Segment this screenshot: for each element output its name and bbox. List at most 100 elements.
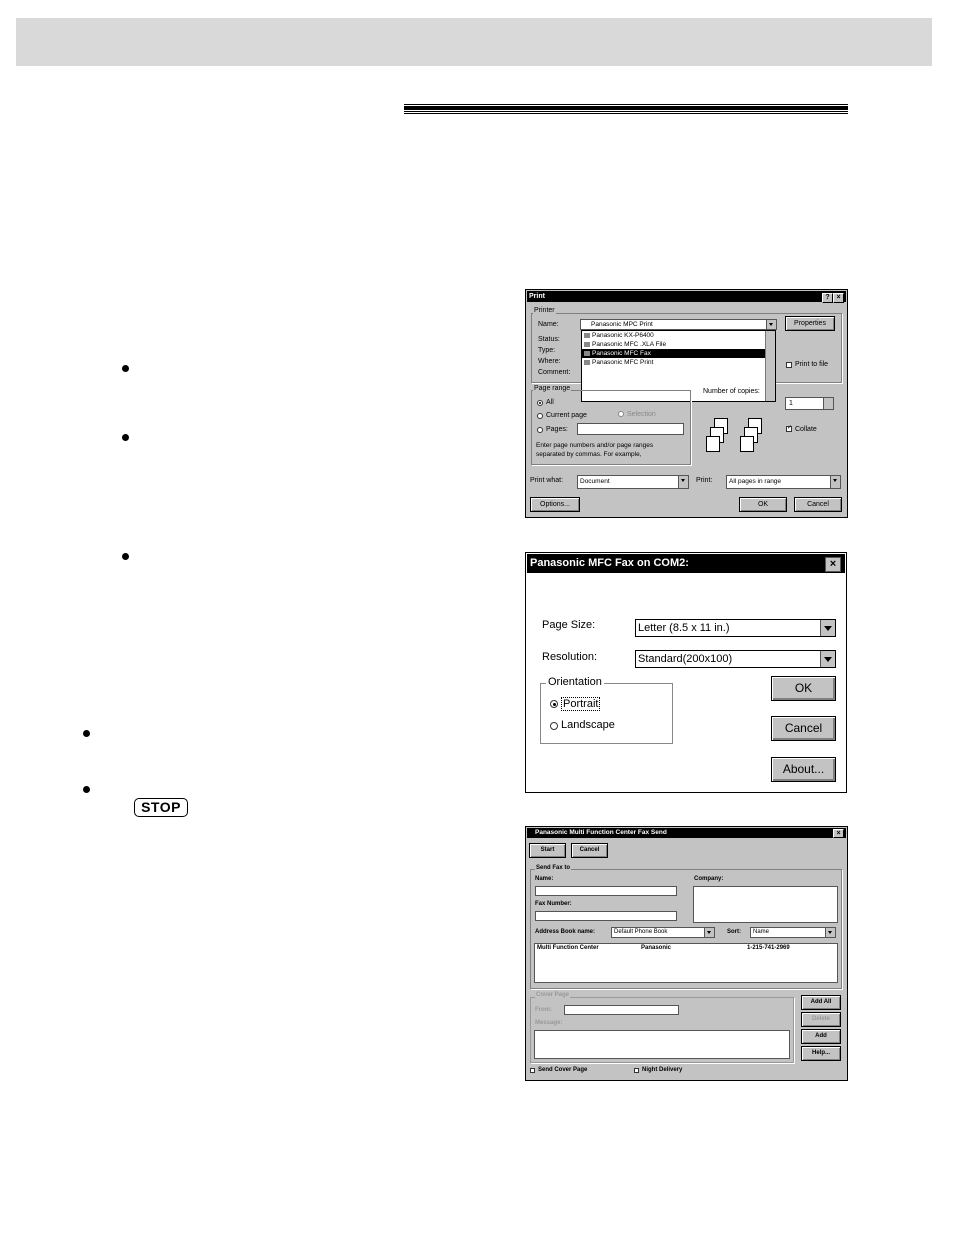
pages-hint-line2: separated by commas. For example, (536, 451, 642, 458)
current-page-label: Current page (546, 412, 587, 419)
collate-checkbox[interactable]: ✓ (786, 425, 792, 432)
printer-name-select[interactable]: Panasonic MPC Print (580, 319, 777, 330)
copies-label: Number of copies: (703, 388, 760, 395)
portrait-radio[interactable] (550, 700, 558, 708)
pages-input[interactable] (577, 423, 684, 435)
resolution-select[interactable]: Standard(200x100) (635, 650, 836, 668)
print-what-select[interactable]: Document (577, 475, 689, 489)
start-button[interactable]: Start (529, 843, 566, 858)
print-select[interactable]: All pages in range (726, 475, 841, 489)
orientation-label: Orientation (546, 676, 604, 688)
dropdown-arrow-icon (678, 476, 688, 488)
bullet (83, 730, 90, 737)
page-size-value: Letter (8.5 x 11 in.) (638, 622, 730, 634)
fax-send-title: Panasonic Multi Function Center Fax Send (535, 829, 667, 836)
title-rule (404, 104, 848, 114)
ok-button[interactable]: OK (739, 497, 787, 512)
page-size-select[interactable]: Letter (8.5 x 11 in.) (635, 619, 836, 637)
add-button[interactable]: Add (801, 1029, 841, 1044)
list-scrollbar[interactable] (765, 331, 775, 401)
cancel-button[interactable]: Cancel (571, 843, 608, 858)
address-book-value: Default Phone Book (614, 929, 668, 935)
printer-group-label: Printer (533, 307, 556, 314)
about-button[interactable]: About... (771, 757, 836, 782)
help-button[interactable]: Help... (801, 1046, 841, 1061)
printer-option[interactable]: Panasonic MFC Print (582, 358, 775, 367)
spinner-arrows-icon[interactable] (823, 398, 833, 409)
current-page-radio[interactable] (537, 413, 543, 419)
company-input[interactable] (693, 886, 838, 923)
print-label: Print: (696, 477, 713, 484)
entry-name: Multi Function Center (537, 945, 599, 951)
cancel-button[interactable]: Cancel (794, 497, 842, 512)
list-item[interactable]: Multi Function Center Panasonic 1-215-74… (535, 944, 837, 953)
night-delivery-label: Night Delivery (642, 1067, 683, 1073)
name-input[interactable] (535, 886, 677, 896)
resolution-value: Standard(200x100) (638, 653, 733, 665)
name-label: Name: (535, 876, 554, 882)
dropdown-arrow-icon (820, 651, 835, 667)
orientation-group (540, 683, 673, 744)
all-radio[interactable] (537, 400, 543, 406)
cover-page-label: Cover Page (535, 992, 571, 998)
collate-label: Collate (795, 426, 817, 433)
message-input[interactable] (534, 1030, 790, 1059)
sort-label: Sort: (727, 929, 741, 935)
delete-button[interactable]: Delete (801, 1012, 841, 1027)
collate-pages-icon (706, 418, 740, 456)
printer-option-selected[interactable]: Panasonic MFC Fax (582, 349, 775, 358)
printer-name-value: Panasonic MPC Print (591, 321, 653, 328)
from-label: From: (535, 1007, 552, 1013)
address-list[interactable]: Multi Function Center Panasonic 1-215-74… (534, 943, 838, 983)
landscape-label: Landscape (561, 719, 615, 731)
help-icon[interactable]: ? (822, 293, 833, 303)
add-all-button[interactable]: Add All (801, 995, 841, 1010)
name-label: Name: (538, 321, 559, 328)
print-value: All pages in range (729, 478, 782, 485)
where-label: Where: (538, 358, 561, 365)
stop-key: STOP (134, 798, 188, 817)
fax-number-label: Fax Number: (535, 901, 572, 907)
sort-value: Name (753, 929, 770, 935)
bullet (122, 365, 129, 372)
copies-value: 1 (789, 400, 793, 407)
sort-select[interactable]: Name (750, 927, 836, 938)
page-size-label: Page Size: (542, 619, 596, 631)
close-icon[interactable]: × (833, 829, 844, 838)
message-label: Message: (535, 1020, 563, 1026)
dropdown-arrow-icon (830, 476, 840, 488)
pages-label: Pages: (546, 426, 568, 433)
status-label: Status: (538, 336, 560, 343)
printer-option[interactable]: Panasonic MFC .XLA File (582, 340, 775, 349)
fax-properties-titlebar: Panasonic MFC Fax on COM2: × (527, 554, 845, 573)
dropdown-arrow-icon (820, 620, 835, 636)
portrait-label: Portrait (561, 697, 601, 711)
cancel-button[interactable]: Cancel (771, 716, 836, 741)
options-button[interactable]: Options... (530, 497, 580, 512)
send-cover-page-checkbox[interactable] (530, 1068, 535, 1073)
properties-button[interactable]: Properties (785, 316, 835, 331)
close-icon[interactable]: × (825, 557, 841, 572)
address-book-label: Address Book name: (535, 929, 596, 935)
print-what-value: Document (580, 478, 610, 485)
pages-radio[interactable] (537, 427, 543, 433)
selection-radio[interactable] (618, 411, 624, 417)
page-range-label: Page range (533, 385, 572, 392)
comment-label: Comment: (538, 369, 571, 376)
address-book-select[interactable]: Default Phone Book (611, 927, 715, 938)
resolution-label: Resolution: (542, 651, 598, 663)
fax-number-input[interactable] (535, 911, 677, 921)
print-to-file-checkbox[interactable] (786, 362, 792, 368)
close-icon[interactable]: × (833, 293, 844, 303)
print-what-label: Print what: (530, 477, 564, 484)
printer-option[interactable]: Panasonic KX-P6400 (582, 331, 775, 340)
night-delivery-checkbox[interactable] (634, 1068, 639, 1073)
from-input[interactable] (564, 1005, 679, 1015)
copies-spinner[interactable]: 1 (785, 397, 834, 410)
ok-button[interactable]: OK (771, 676, 836, 701)
print-dialog-title: Print (529, 293, 545, 300)
bullet (122, 553, 129, 560)
landscape-radio[interactable] (550, 722, 558, 730)
selection-label: Selection (627, 411, 656, 418)
send-fax-to-label: Send Fax to (535, 865, 572, 871)
